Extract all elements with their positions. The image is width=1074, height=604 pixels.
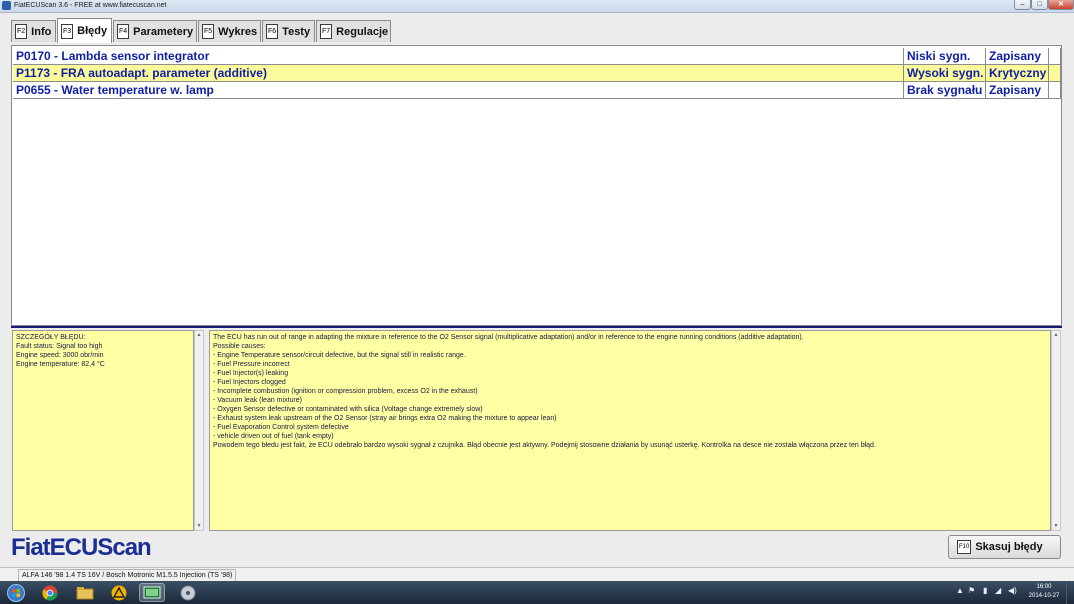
taskbar: ▲ ⚑ ▮ ◢ ◀) 16:00 2014-10-27 bbox=[0, 581, 1074, 604]
disc-app-icon[interactable] bbox=[175, 583, 201, 602]
window-title-bar: FiatECUScan 3.6 - FREE at www.fiatecusca… bbox=[0, 0, 1074, 13]
window-title: FiatECUScan 3.6 - FREE at www.fiatecusca… bbox=[14, 2, 167, 9]
fault-row-selected[interactable]: P1173 - FRA autoadapt. parameter (additi… bbox=[13, 65, 1061, 82]
tab-label: Parametery bbox=[133, 25, 194, 38]
close-button[interactable]: ✕ bbox=[1048, 0, 1074, 10]
scroll-up-icon[interactable]: ▲ bbox=[195, 331, 203, 339]
scroll-down-icon[interactable]: ▼ bbox=[1052, 522, 1060, 530]
details-scrollbar[interactable]: ▲ ▼ bbox=[194, 330, 204, 531]
tab-key: F2 bbox=[15, 24, 28, 39]
tab-wykres[interactable]: F5 Wykres bbox=[198, 20, 261, 42]
network-icon[interactable]: ◢ bbox=[995, 586, 1001, 595]
fault-row-end bbox=[1049, 82, 1061, 98]
app-window: F2 Info F3 Błędy F4 Parametery F5 Wykres… bbox=[0, 13, 1074, 567]
maximize-button[interactable]: □ bbox=[1031, 0, 1048, 10]
fault-code: P1173 - FRA autoadapt. parameter (additi… bbox=[13, 65, 904, 81]
list-divider bbox=[11, 326, 1062, 328]
clock-time: 16:00 bbox=[1036, 584, 1052, 590]
fault-signal: Wysoki sygn. bbox=[904, 65, 986, 81]
tab-label: Info bbox=[31, 25, 52, 38]
minimize-button[interactable]: – bbox=[1014, 0, 1031, 10]
description-scrollbar[interactable]: ▲ ▼ bbox=[1051, 330, 1061, 531]
show-desktop-button[interactable] bbox=[1066, 581, 1074, 604]
clock[interactable]: 16:00 2014-10-27 bbox=[1026, 583, 1062, 601]
fault-description-panel[interactable]: The ECU has run out of range in adapting… bbox=[209, 330, 1051, 531]
fault-signal: Niski sygn. bbox=[904, 48, 986, 64]
volume-icon[interactable]: ◀) bbox=[1008, 586, 1017, 595]
button-key: F10 bbox=[957, 540, 972, 554]
tab-key: F3 bbox=[61, 23, 74, 39]
tab-label: Testy bbox=[282, 25, 311, 38]
tab-label: Błędy bbox=[77, 25, 108, 37]
tab-parametery[interactable]: F4 Parametery bbox=[113, 20, 197, 42]
scroll-up-icon[interactable]: ▲ bbox=[1052, 331, 1060, 339]
app-icon bbox=[2, 1, 11, 10]
battery-icon[interactable]: ▮ bbox=[983, 586, 987, 595]
fault-status: Krytyczny bbox=[986, 65, 1049, 81]
tab-label: Regulacje bbox=[336, 25, 389, 38]
clear-faults-button[interactable]: F10 Skasuj błędy bbox=[948, 535, 1061, 559]
fault-row-end bbox=[1049, 48, 1061, 64]
tab-key: F5 bbox=[202, 24, 215, 39]
tab-label: Wykres bbox=[218, 25, 258, 38]
status-bar: ALFA 146 '98 1.4 TS 16V / Bosch Motronic… bbox=[0, 567, 1074, 582]
tab-bledy[interactable]: F3 Błędy bbox=[57, 18, 112, 43]
fault-details-panel[interactable]: SZCZEGÓŁY BŁĘDU: Fault status: Signal to… bbox=[12, 330, 194, 531]
fault-code: P0170 - Lambda sensor integrator bbox=[13, 48, 904, 64]
fault-status: Zapisany bbox=[986, 48, 1049, 64]
fault-row[interactable]: P0655 - Water temperature w. lamp Brak s… bbox=[13, 82, 1061, 99]
tray-expand-icon[interactable]: ▲ bbox=[956, 586, 964, 595]
tab-key: F6 bbox=[266, 24, 279, 39]
tab-regulacje[interactable]: F7 Regulacje bbox=[316, 20, 391, 42]
tab-testy[interactable]: F6 Testy bbox=[262, 20, 315, 42]
fiatecuscan-taskbar-icon[interactable] bbox=[139, 583, 165, 602]
warning-app-icon[interactable] bbox=[106, 583, 132, 602]
start-button[interactable] bbox=[3, 583, 29, 602]
fault-signal: Brak sygnału bbox=[904, 82, 986, 98]
scroll-down-icon[interactable]: ▼ bbox=[195, 522, 203, 530]
fault-row[interactable]: P0170 - Lambda sensor integrator Niski s… bbox=[13, 48, 1061, 65]
tab-info[interactable]: F2 Info bbox=[11, 20, 56, 42]
fault-row-end bbox=[1049, 65, 1061, 81]
fiatecuscan-logo: FiatECUScan bbox=[11, 534, 152, 561]
tab-key: F7 bbox=[320, 24, 333, 39]
flag-icon[interactable]: ⚑ bbox=[968, 586, 975, 595]
tab-key: F4 bbox=[117, 24, 130, 39]
button-label: Skasuj błędy bbox=[975, 541, 1043, 553]
folder-icon[interactable] bbox=[72, 583, 98, 602]
fault-list[interactable]: P0170 - Lambda sensor integrator Niski s… bbox=[11, 45, 1062, 326]
fault-status: Zapisany bbox=[986, 82, 1049, 98]
chrome-icon[interactable] bbox=[37, 583, 63, 602]
fault-code: P0655 - Water temperature w. lamp bbox=[13, 82, 904, 98]
clock-date: 2014-10-27 bbox=[1028, 593, 1060, 599]
